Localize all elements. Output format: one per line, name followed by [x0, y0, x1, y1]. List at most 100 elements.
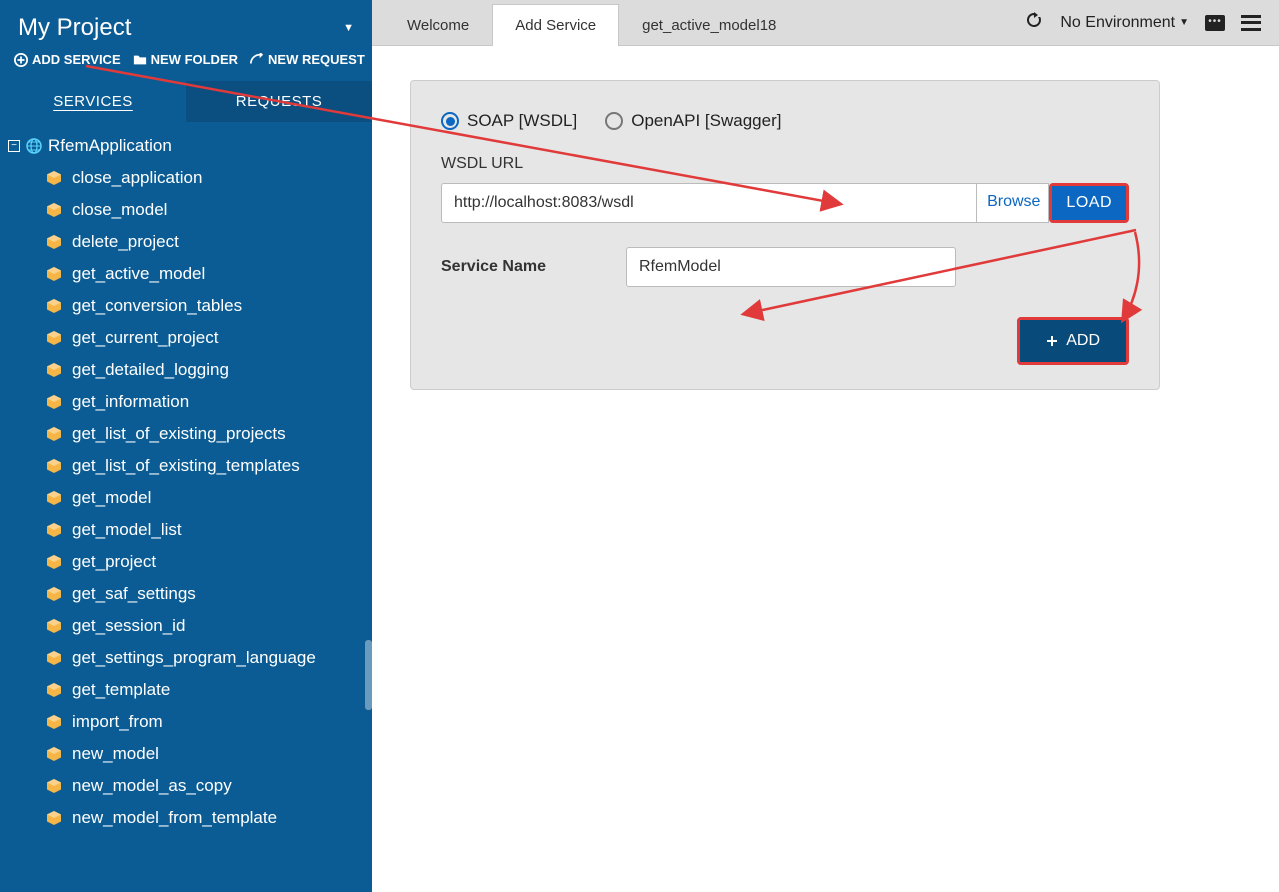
tree-item-label: import_from [72, 712, 163, 732]
tree-item[interactable]: get_settings_program_language [40, 642, 372, 674]
topbar: Welcome Add Service get_active_model18 N… [372, 0, 1279, 46]
operation-icon [46, 682, 62, 698]
add-row: ADD [441, 317, 1129, 365]
add-service-panel: SOAP [WSDL] OpenAPI [Swagger] WSDL URL B… [410, 80, 1160, 390]
tree-item[interactable]: get_detailed_logging [40, 354, 372, 386]
tab-services[interactable]: SERVICES [0, 81, 186, 122]
tab-requests[interactable]: REQUESTS [186, 81, 372, 122]
tree-item[interactable]: get_model_list [40, 514, 372, 546]
service-name-input[interactable] [626, 247, 956, 287]
tree-item[interactable]: get_session_id [40, 610, 372, 642]
tree-item[interactable]: get_list_of_existing_projects [40, 418, 372, 450]
operation-icon [46, 170, 62, 186]
refresh-button[interactable] [1024, 10, 1044, 35]
tree-item[interactable]: close_model [40, 194, 372, 226]
tree-item-label: get_detailed_logging [72, 360, 229, 380]
tree-item-label: get_model_list [72, 520, 182, 540]
tree-item-label: get_template [72, 680, 170, 700]
tree-item[interactable]: get_active_model [40, 258, 372, 290]
plus-circle-icon [14, 53, 28, 67]
operation-icon [46, 362, 62, 378]
wsdl-url-row: Browse LOAD [441, 183, 1129, 223]
operation-icon [46, 234, 62, 250]
operation-icon [46, 394, 62, 410]
folder-plus-icon [133, 53, 147, 67]
tab-get-active-model[interactable]: get_active_model18 [619, 4, 799, 46]
sidebar-tabs: SERVICES REQUESTS [0, 81, 372, 122]
tree-item[interactable]: get_model [40, 482, 372, 514]
topbar-tabs: Welcome Add Service get_active_model18 [384, 0, 799, 45]
operation-icon [46, 458, 62, 474]
topbar-right: No Environment ▼ ••• [1024, 0, 1279, 45]
add-service-button[interactable]: ADD SERVICE [14, 52, 121, 67]
chevron-down-icon[interactable]: ▼ [343, 22, 354, 34]
load-highlight: LOAD [1049, 183, 1129, 223]
collapse-icon[interactable]: − [8, 140, 20, 152]
tree-item[interactable]: get_conversion_tables [40, 290, 372, 322]
tree-item[interactable]: new_model_as_copy [40, 770, 372, 802]
menu-icon[interactable] [1241, 15, 1261, 31]
operation-icon [46, 330, 62, 346]
feedback-icon[interactable]: ••• [1205, 15, 1225, 31]
tree-item[interactable]: new_model_from_template [40, 802, 372, 834]
operation-icon [46, 586, 62, 602]
tree-root[interactable]: − RfemApplication [0, 130, 372, 162]
tree-item-label: get_list_of_existing_projects [72, 424, 286, 444]
radio-soap[interactable]: SOAP [WSDL] [441, 111, 577, 131]
tree-item-label: new_model_as_copy [72, 776, 232, 796]
tab-add-service[interactable]: Add Service [492, 4, 619, 46]
tree-item-label: get_list_of_existing_templates [72, 456, 300, 476]
environment-dropdown[interactable]: No Environment ▼ [1060, 14, 1189, 32]
add-button[interactable]: ADD [1020, 320, 1126, 362]
request-icon [250, 53, 264, 67]
environment-label: No Environment [1060, 14, 1175, 32]
add-service-label: ADD SERVICE [32, 52, 121, 67]
operation-icon [46, 746, 62, 762]
tree-item[interactable]: get_list_of_existing_templates [40, 450, 372, 482]
tree-item-label: new_model [72, 744, 159, 764]
operation-icon [46, 202, 62, 218]
tree-item[interactable]: get_information [40, 386, 372, 418]
tree-item[interactable]: close_application [40, 162, 372, 194]
add-highlight: ADD [1017, 317, 1129, 365]
radio-openapi[interactable]: OpenAPI [Swagger] [605, 111, 781, 131]
service-name-label: Service Name [441, 258, 546, 276]
tree-item[interactable]: get_project [40, 546, 372, 578]
operation-icon [46, 298, 62, 314]
wsdl-url-input[interactable] [441, 183, 977, 223]
tree-item-label: get_conversion_tables [72, 296, 242, 316]
load-button[interactable]: LOAD [1052, 186, 1126, 220]
wsdl-url-label: WSDL URL [441, 155, 1129, 173]
radio-soap-label: SOAP [WSDL] [467, 111, 577, 131]
tree-item[interactable]: import_from [40, 706, 372, 738]
service-tree: − RfemApplication close_applicationclose… [0, 122, 372, 892]
operation-icon [46, 266, 62, 282]
add-button-label: ADD [1066, 332, 1100, 350]
operation-icon [46, 490, 62, 506]
tree-item-label: close_application [72, 168, 202, 188]
tab-welcome[interactable]: Welcome [384, 4, 492, 46]
new-folder-label: NEW FOLDER [151, 52, 238, 67]
new-request-label: NEW REQUEST [268, 52, 365, 67]
sidebar-actions: ADD SERVICE NEW FOLDER NEW REQUEST [0, 52, 372, 71]
tree-item-label: get_session_id [72, 616, 185, 636]
globe-icon [26, 138, 42, 154]
tree-item-label: get_current_project [72, 328, 218, 348]
tree-item[interactable]: get_saf_settings [40, 578, 372, 610]
operation-icon [46, 554, 62, 570]
new-request-button[interactable]: NEW REQUEST [250, 52, 365, 67]
tree-item[interactable]: get_template [40, 674, 372, 706]
tree-item[interactable]: get_current_project [40, 322, 372, 354]
browse-link[interactable]: Browse [977, 183, 1049, 223]
new-folder-button[interactable]: NEW FOLDER [133, 52, 238, 67]
tree-item-label: new_model_from_template [72, 808, 277, 828]
operation-icon [46, 810, 62, 826]
project-header[interactable]: My Project ▼ [0, 0, 372, 52]
scrollbar-thumb[interactable] [365, 640, 372, 710]
tree-item-label: get_information [72, 392, 189, 412]
tree-root-label: RfemApplication [48, 136, 172, 156]
tree-item[interactable]: delete_project [40, 226, 372, 258]
project-title: My Project [18, 14, 131, 42]
tree-item[interactable]: new_model [40, 738, 372, 770]
sidebar: My Project ▼ ADD SERVICE NEW FOLDER NEW … [0, 0, 372, 892]
